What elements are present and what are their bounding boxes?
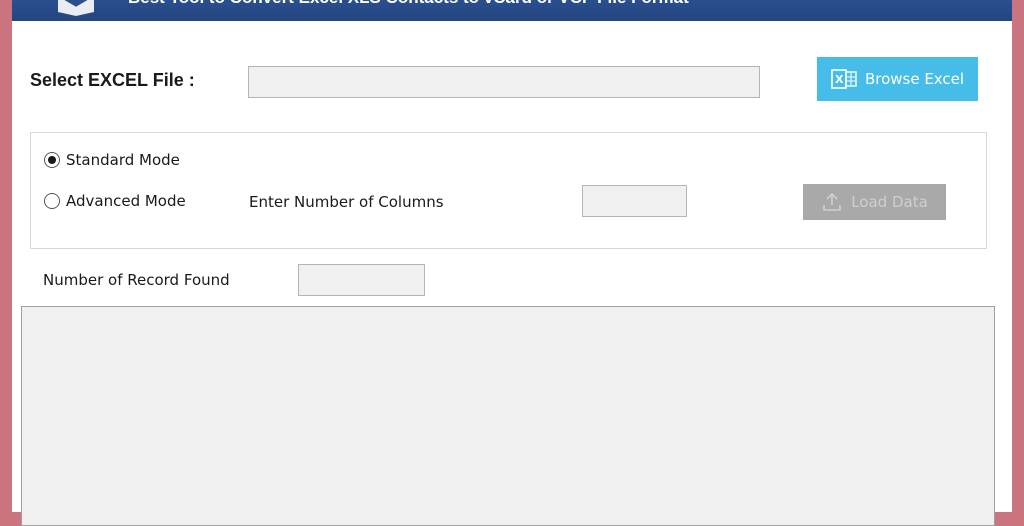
browse-excel-label: Browse Excel <box>864 70 965 88</box>
browse-excel-button[interactable]: X Browse Excel <box>817 57 978 101</box>
main-window: Best Tool to Convert Excel XLS Contacts … <box>12 0 1012 526</box>
load-data-label: Load Data <box>851 193 928 211</box>
title-banner: Best Tool to Convert Excel XLS Contacts … <box>12 0 1012 21</box>
upload-icon <box>823 192 842 211</box>
advanced-mode-label: Advanced Mode <box>66 192 186 210</box>
standard-mode-label: Standard Mode <box>66 151 180 169</box>
svg-text:X: X <box>835 73 844 86</box>
radio-selected-indicator[interactable] <box>44 152 60 168</box>
load-data-button[interactable]: Load Data <box>803 184 946 220</box>
columns-input[interactable] <box>582 185 687 217</box>
excel-icon: X <box>831 69 857 89</box>
standard-mode-radio[interactable]: Standard Mode <box>44 151 180 169</box>
columns-label: Enter Number of Columns <box>249 193 444 211</box>
advanced-mode-radio[interactable]: Advanced Mode <box>44 192 186 210</box>
file-path-input[interactable] <box>248 66 760 98</box>
radio-unselected-indicator[interactable] <box>44 193 60 209</box>
results-grid[interactable] <box>21 306 995 526</box>
select-file-label: Select EXCEL File : <box>30 70 195 90</box>
records-found-label: Number of Record Found <box>43 271 230 289</box>
app-logo-icon <box>58 0 94 16</box>
banner-title: Best Tool to Convert Excel XLS Contacts … <box>128 0 689 8</box>
records-count-field <box>298 264 425 296</box>
